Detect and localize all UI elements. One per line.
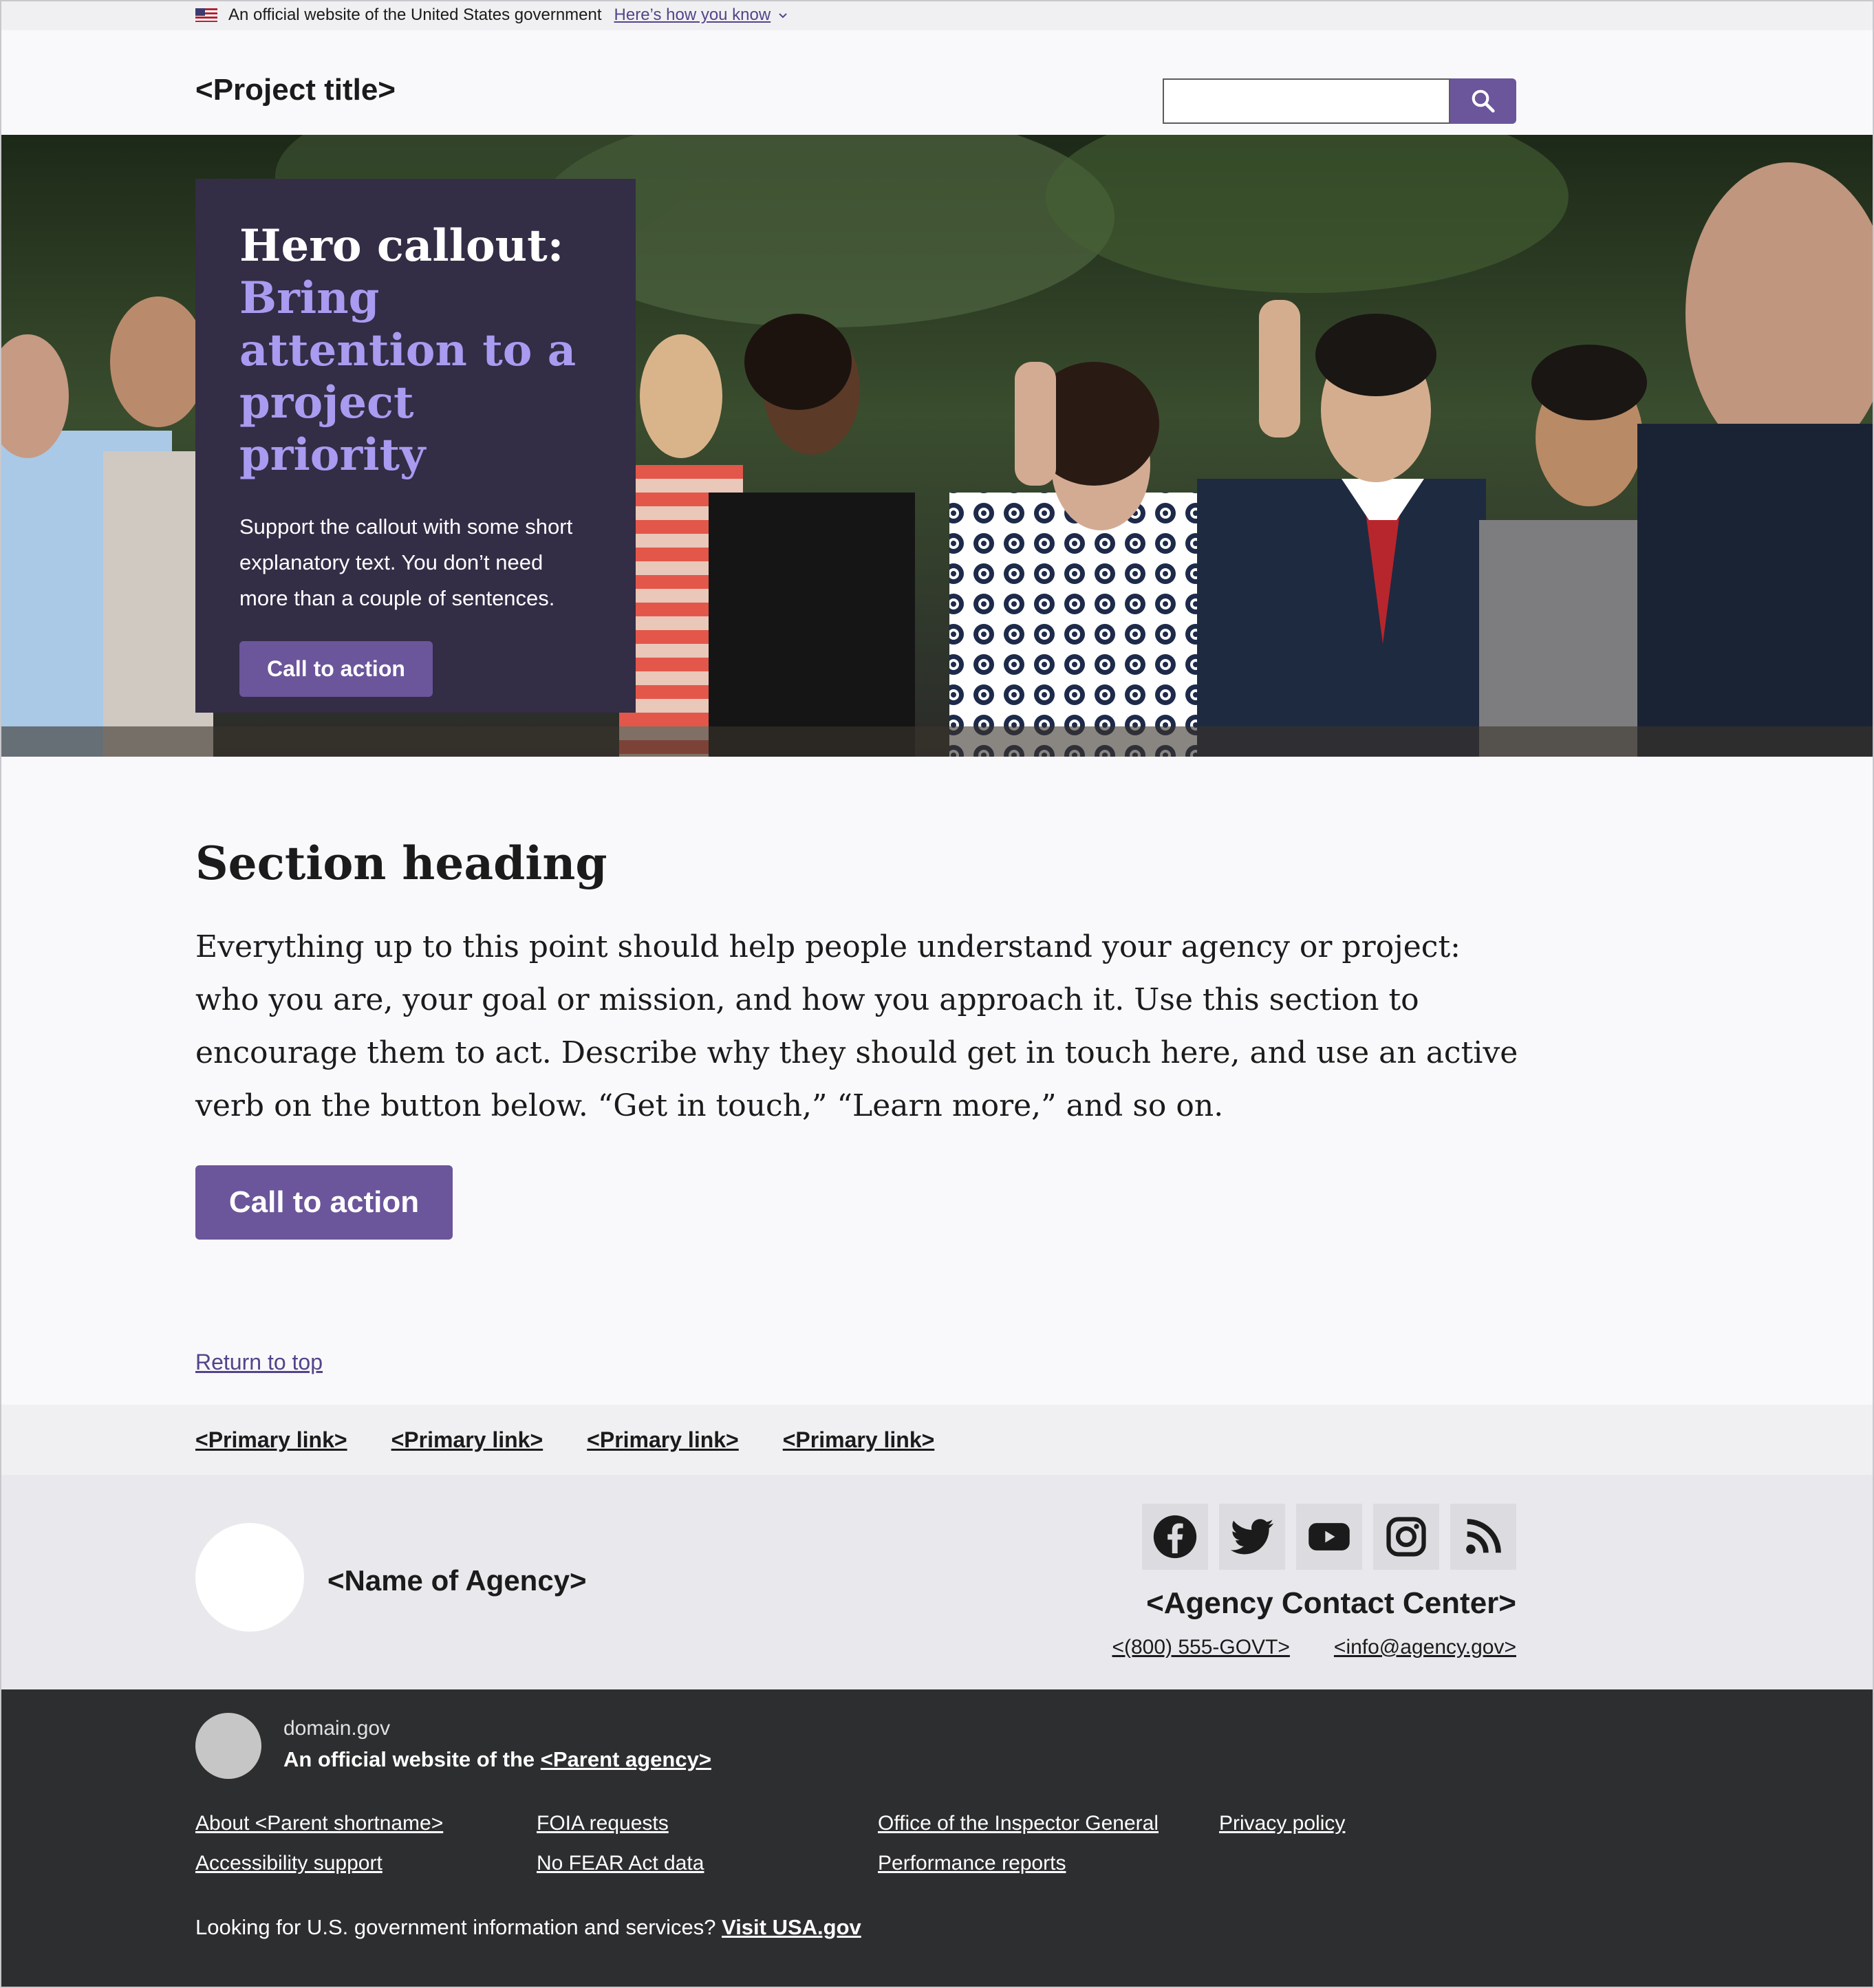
contact-links: <(800) 555-GOVT> <info@agency.gov>	[1112, 1636, 1516, 1659]
search-form	[1163, 78, 1516, 124]
hero-heading-lead: Hero callout:	[239, 220, 564, 272]
accessibility-support-link[interactable]: Accessibility support	[195, 1852, 537, 1875]
hero-heading: Hero callout: Bring attention to a proje…	[239, 220, 592, 482]
facebook-link[interactable]	[1142, 1504, 1208, 1570]
return-to-top-link[interactable]: Return to top	[195, 1350, 323, 1375]
gov-banner-text: An official website of the United States…	[228, 6, 602, 24]
primary-link[interactable]: <Primary link>	[587, 1427, 739, 1453]
section-heading: Section heading	[195, 836, 607, 890]
parent-agency-link[interactable]: <Parent agency>	[541, 1747, 711, 1771]
phone-link[interactable]: <(800) 555-GOVT>	[1112, 1636, 1289, 1659]
primary-link[interactable]: <Primary link>	[391, 1427, 543, 1453]
footer-primary-nav: <Primary link> <Primary link> <Primary l…	[0, 1405, 1874, 1475]
search-button[interactable]	[1450, 78, 1516, 124]
foia-requests-link[interactable]: FOIA requests	[537, 1812, 878, 1835]
hero-heading-accent: Bring attention to a project priority	[239, 272, 577, 481]
hero-call-to-action-button[interactable]: Call to action	[239, 641, 433, 697]
section-body-text: Everything up to this point should help …	[195, 929, 1518, 1123]
rss-icon	[1466, 1519, 1501, 1554]
primary-link[interactable]: <Primary link>	[195, 1427, 347, 1453]
privacy-policy-link[interactable]: Privacy policy	[1219, 1812, 1425, 1835]
primary-link[interactable]: <Primary link>	[783, 1427, 935, 1453]
domain-text: domain.gov	[283, 1717, 391, 1740]
about-parent-link[interactable]: About <Parent shortname>	[195, 1812, 537, 1835]
performance-reports-link[interactable]: Performance reports	[878, 1852, 1219, 1875]
site-header: <Project title>	[0, 30, 1874, 135]
parent-agency-logo	[195, 1713, 261, 1779]
required-links: About <Parent shortname> FOIA requests O…	[195, 1812, 1425, 1875]
instagram-icon	[1386, 1517, 1426, 1557]
search-icon	[1472, 89, 1495, 113]
chevron-down-icon	[779, 13, 787, 19]
social-links	[1142, 1504, 1516, 1570]
youtube-link[interactable]	[1296, 1504, 1362, 1570]
us-flag-icon	[195, 8, 217, 22]
search-input[interactable]	[1163, 78, 1450, 124]
no-fear-act-link[interactable]: No FEAR Act data	[537, 1852, 878, 1875]
heres-how-you-know-link[interactable]: Here’s how you know	[614, 6, 789, 25]
instagram-link[interactable]	[1373, 1504, 1439, 1570]
usagov-prompt: Looking for U.S. government information …	[195, 1915, 716, 1939]
visit-usagov-link[interactable]: Visit USA.gov	[722, 1915, 861, 1939]
official-website-text: An official website of the <Parent agenc…	[283, 1747, 711, 1772]
facebook-icon	[1153, 1515, 1197, 1559]
hero-body-text: Support the callout with some short expl…	[239, 515, 573, 610]
project-title[interactable]: <Project title>	[195, 73, 396, 107]
twitter-link[interactable]	[1219, 1504, 1285, 1570]
agency-logo	[195, 1523, 304, 1632]
youtube-icon	[1308, 1523, 1350, 1551]
email-link[interactable]: <info@agency.gov>	[1334, 1636, 1516, 1659]
twitter-icon	[1230, 1519, 1274, 1555]
inspector-general-link[interactable]: Office of the Inspector General	[878, 1812, 1219, 1835]
heres-how-you-know-label: Here’s how you know	[614, 6, 771, 24]
section-call-to-action-button[interactable]: Call to action	[195, 1165, 453, 1240]
official-prefix: An official website of the	[283, 1747, 535, 1771]
gov-banner: An official website of the United States…	[0, 0, 1874, 30]
hero-callout: Hero callout: Bring attention to a proje…	[195, 179, 636, 713]
usagov-text: Looking for U.S. government information …	[195, 1915, 861, 1940]
hero-section: Hero callout: Bring attention to a proje…	[0, 135, 1874, 757]
rss-link[interactable]	[1450, 1504, 1516, 1570]
contact-center-heading: <Agency Contact Center>	[1146, 1586, 1516, 1620]
agency-name: <Name of Agency>	[327, 1564, 587, 1597]
